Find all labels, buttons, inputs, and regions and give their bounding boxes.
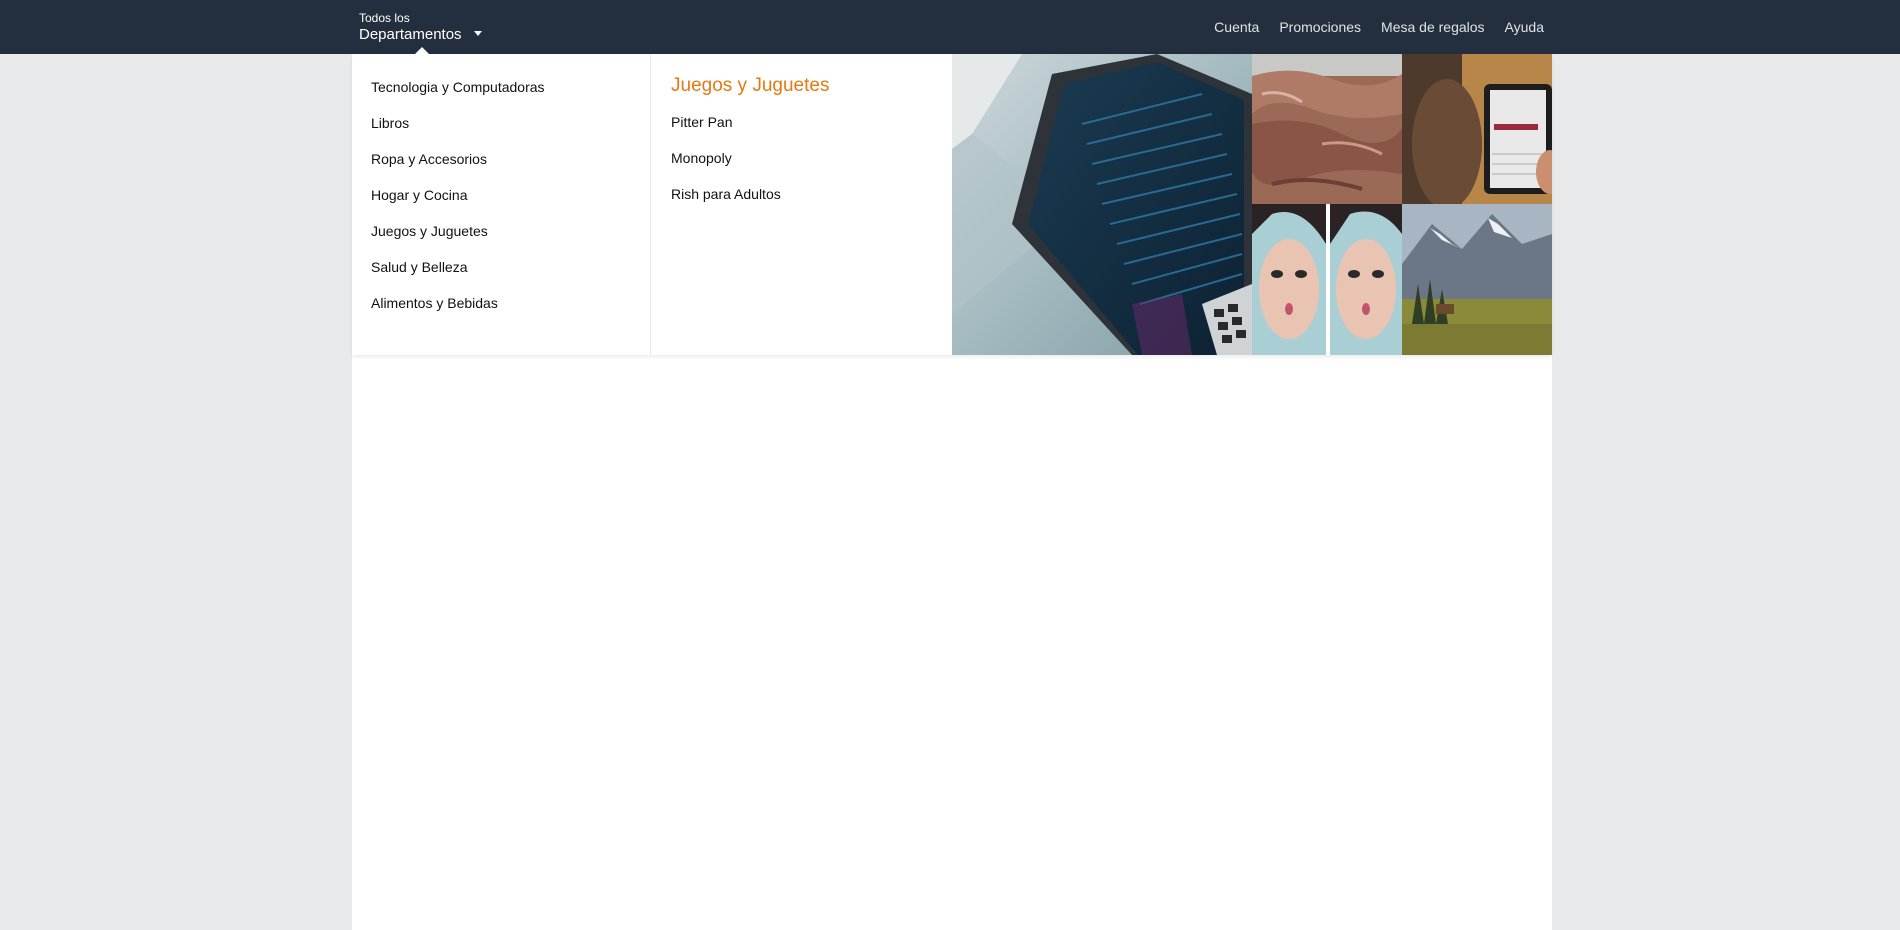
subcategory-title: Juegos y Juguetes bbox=[671, 75, 830, 96]
nav-link-promociones[interactable]: Promociones bbox=[1279, 19, 1361, 35]
department-item-tecnologia[interactable]: Tecnologia y Computadoras bbox=[352, 74, 650, 110]
subcategory-panel: Juegos y Juguetes Pitter Pan Monopoly Ri… bbox=[651, 54, 952, 355]
promo-image-mountains[interactable] bbox=[1402, 204, 1552, 355]
department-item-ropa[interactable]: Ropa y Accesorios bbox=[352, 146, 650, 182]
nav-link-mesa-de-regalos[interactable]: Mesa de regalos bbox=[1381, 19, 1485, 35]
subcategory-item-rish[interactable]: Rish para Adultos bbox=[671, 182, 952, 218]
top-navigation-bar: Todos los Departamentos Cuenta Promocion… bbox=[0, 0, 1900, 54]
subcategory-item-pitter-pan[interactable]: Pitter Pan bbox=[671, 110, 952, 146]
department-item-alimentos[interactable]: Alimentos y Bebidas bbox=[352, 290, 650, 326]
promo-image-grid bbox=[952, 54, 1552, 355]
nav-link-ayuda[interactable]: Ayuda bbox=[1505, 19, 1544, 35]
dropdown-pointer bbox=[415, 47, 429, 54]
department-item-juegos[interactable]: Juegos y Juguetes bbox=[352, 218, 650, 254]
promo-image-laptop[interactable] bbox=[952, 54, 1252, 355]
departments-mega-menu: Tecnologia y Computadoras Libros Ropa y … bbox=[352, 54, 1552, 355]
departments-label-small: Todos los bbox=[359, 11, 410, 25]
departments-dropdown-toggle[interactable]: Todos los Departamentos bbox=[359, 11, 462, 44]
subcategory-item-monopoly[interactable]: Monopoly bbox=[671, 146, 952, 182]
department-item-libros[interactable]: Libros bbox=[352, 110, 650, 146]
promo-image-rocks[interactable] bbox=[1252, 54, 1402, 204]
nav-link-cuenta[interactable]: Cuenta bbox=[1214, 19, 1259, 35]
caret-down-icon[interactable] bbox=[474, 31, 482, 36]
departments-label: Departamentos bbox=[359, 26, 462, 43]
department-list: Tecnologia y Computadoras Libros Ropa y … bbox=[352, 54, 651, 355]
top-nav-links: Cuenta Promociones Mesa de regalos Ayuda bbox=[1214, 19, 1544, 35]
promo-image-faces[interactable] bbox=[1252, 204, 1402, 355]
promo-image-tablet[interactable] bbox=[1402, 54, 1552, 204]
department-item-hogar[interactable]: Hogar y Cocina bbox=[352, 182, 650, 218]
department-item-salud[interactable]: Salud y Belleza bbox=[352, 254, 650, 290]
